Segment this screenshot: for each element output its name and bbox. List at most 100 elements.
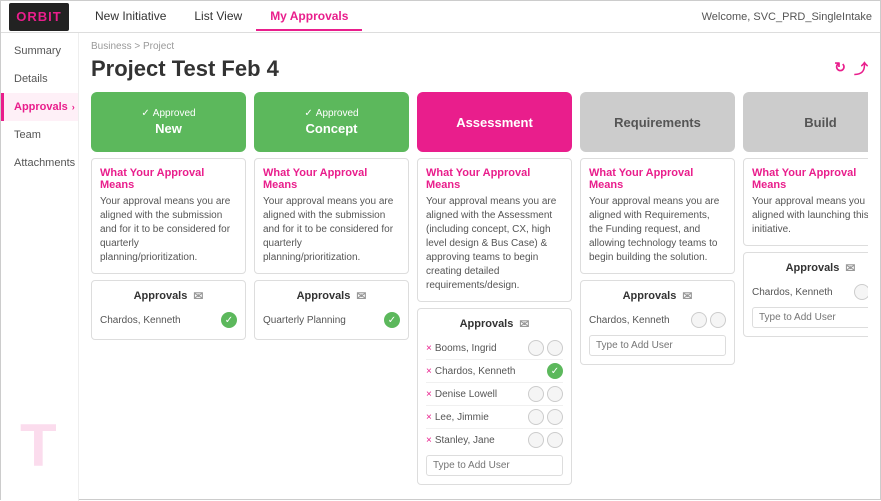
- approver-row: ×Stanley, Jane: [426, 429, 563, 451]
- nav-tab-my-approvals[interactable]: My Approvals: [256, 3, 362, 31]
- stage-status-new: ✓ Approved: [141, 108, 195, 119]
- approvals-card-build: Approvals✉ Chardos, Kenneth: [743, 252, 868, 337]
- approver-name: Denise Lowell: [435, 389, 528, 400]
- approval-means-text: Your approval means you are aligned with…: [589, 195, 726, 265]
- page-title-row: Project Test Feb 4 ↻ ⤴: [91, 56, 868, 82]
- stage-status-label: Approved: [153, 108, 196, 119]
- remove-approver-icon[interactable]: ×: [426, 389, 432, 400]
- empty-status-circle: [528, 386, 544, 402]
- stage-status-concept: ✓ Approved: [304, 108, 358, 119]
- empty-status-circle: [528, 409, 544, 425]
- mail-icon[interactable]: ✉: [193, 289, 203, 303]
- approved-status-icon: ✓: [384, 312, 400, 328]
- empty-status-circle: [528, 340, 544, 356]
- mail-icon[interactable]: ✉: [519, 317, 529, 331]
- approver-status: [691, 312, 726, 328]
- approver-row: ×Booms, Ingrid: [426, 337, 563, 360]
- mail-icon[interactable]: ✉: [682, 289, 692, 303]
- empty-status-circle: [547, 340, 563, 356]
- approval-means-text: Your approval means you are aligned with…: [426, 195, 563, 293]
- approvals-label: Approvals: [460, 318, 514, 330]
- stage-name-concept: Concept: [306, 121, 358, 136]
- sidebar-item-approvals[interactable]: Approvals›: [1, 93, 78, 121]
- approver-row: Chardos, Kenneth: [752, 281, 868, 303]
- empty-status-circle: [691, 312, 707, 328]
- stage-status-label: Approved: [316, 108, 359, 119]
- approver-name: Chardos, Kenneth: [589, 315, 691, 326]
- approver-status: ✓: [221, 312, 237, 328]
- approver-row: Chardos, Kenneth: [589, 309, 726, 331]
- approvals-header: Approvals✉: [752, 261, 868, 275]
- approver-row: ×Lee, Jimmie: [426, 406, 563, 429]
- approver-row: ×Chardos, Kenneth✓: [426, 360, 563, 383]
- approver-status: [528, 409, 563, 425]
- stage-header-requirements: Requirements: [580, 92, 735, 152]
- approver-name: Quarterly Planning: [263, 315, 384, 326]
- approvals-header: Approvals ✉: [100, 289, 237, 303]
- approver-name: Chardos, Kenneth: [752, 287, 854, 298]
- add-user-input[interactable]: [589, 335, 726, 356]
- mail-icon[interactable]: ✉: [845, 261, 855, 275]
- approval-means-title: What Your Approval Means: [589, 167, 726, 191]
- remove-approver-icon[interactable]: ×: [426, 343, 432, 354]
- approval-means-title: What Your Approval Means: [426, 167, 563, 191]
- approvals-label: Approvals: [297, 290, 351, 302]
- stage-header-new: ✓ Approved New: [91, 92, 246, 152]
- sidebar-item-team[interactable]: Team: [1, 121, 78, 149]
- approval-means-title: What Your Approval Means: [752, 167, 868, 191]
- title-icons: ↻ ⤴: [834, 59, 868, 79]
- approvals-card-requirements: Approvals ✉ Chardos, Kenneth: [580, 280, 735, 365]
- approved-status-icon: ✓: [221, 312, 237, 328]
- kanban-col-requirements: Requirements What Your Approval Means Your…: [580, 92, 735, 485]
- nav-tab-new-initiative[interactable]: New Initiative: [81, 3, 180, 31]
- add-user-input[interactable]: [752, 307, 868, 328]
- nav-tab-list-view[interactable]: List View: [180, 3, 256, 31]
- stage-name-new: New: [155, 121, 182, 136]
- approval-means-text: Your approval means you are aligned with…: [263, 195, 400, 265]
- approval-means-text: Your approval means you are aligned with…: [100, 195, 237, 265]
- share-icon[interactable]: ⤴: [854, 59, 868, 79]
- main-layout: SummaryDetailsApprovals›TeamAttachments …: [1, 33, 880, 501]
- approval-means-card-assessment: What Your Approval Means Your approval me…: [417, 158, 572, 302]
- breadcrumb: Business > Project: [91, 41, 868, 52]
- approver-name: Chardos, Kenneth: [100, 315, 221, 326]
- approvals-header: Approvals ✉: [589, 289, 726, 303]
- check-icon: ✓: [304, 108, 312, 119]
- add-user-input[interactable]: [426, 455, 563, 476]
- empty-status-circle: [528, 432, 544, 448]
- approval-means-title: What Your Approval Means: [263, 167, 400, 191]
- approvals-card-new: Approvals ✉ Chardos, Kenneth✓: [91, 280, 246, 340]
- logo-text: ORBIT: [16, 9, 61, 24]
- approver-status: [528, 386, 563, 402]
- kanban-col-build: Build What Your Approval Means Your approv…: [743, 92, 868, 485]
- empty-status-circle: [547, 432, 563, 448]
- approval-means-text: Your approval means you are aligned with…: [752, 195, 868, 237]
- stage-name-requirements: Requirements: [614, 115, 701, 130]
- sidebar-arrow-icon: ›: [72, 102, 75, 112]
- logo: ORBIT: [9, 3, 69, 31]
- approved-status-icon: ✓: [547, 363, 563, 379]
- empty-status-circle: [710, 312, 726, 328]
- remove-approver-icon[interactable]: ×: [426, 435, 432, 446]
- refresh-icon[interactable]: ↻: [834, 59, 846, 79]
- approvals-card-assessment: Approvals ✉ ×Booms, Ingrid×Chardos, Kennet…: [417, 308, 572, 485]
- approver-status: ✓: [384, 312, 400, 328]
- sidebar-item-summary[interactable]: Summary: [1, 37, 78, 65]
- kanban-col-new: ✓ApprovedNewWhat Your Approval MeansYour…: [91, 92, 246, 485]
- approvals-label: Approvals: [134, 290, 188, 302]
- approver-name: Lee, Jimmie: [435, 412, 528, 423]
- stage-header-build: Build: [743, 92, 868, 152]
- watermark: T: [20, 411, 57, 480]
- approvals-card-concept: Approvals ✉ Quarterly Planning✓: [254, 280, 409, 340]
- sidebar-item-details[interactable]: Details: [1, 65, 78, 93]
- approvals-label: Approvals: [623, 290, 677, 302]
- mail-icon[interactable]: ✉: [356, 289, 366, 303]
- stage-name-assessment: Assessment: [456, 115, 533, 130]
- stage-header-concept: ✓ Approved Concept: [254, 92, 409, 152]
- page-title-text: Project Test Feb 4: [91, 56, 279, 82]
- remove-approver-icon[interactable]: ×: [426, 366, 432, 377]
- sidebar-item-attachments[interactable]: Attachments: [1, 149, 78, 177]
- check-icon: ✓: [141, 108, 149, 119]
- approval-means-card-requirements: What Your Approval Means Your approval me…: [580, 158, 735, 274]
- remove-approver-icon[interactable]: ×: [426, 412, 432, 423]
